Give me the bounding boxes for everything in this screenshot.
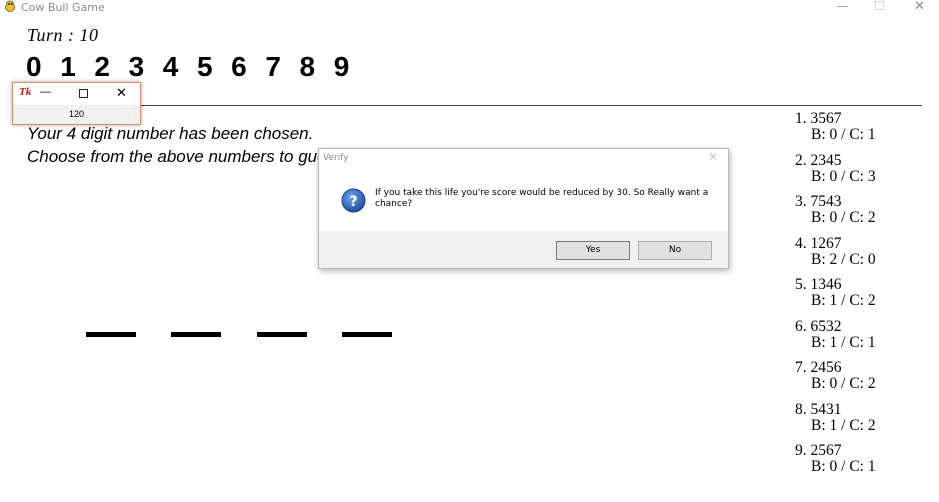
guess-slot	[342, 332, 392, 337]
window-title: Cow Bull Game	[21, 1, 105, 14]
digit-8[interactable]: 8	[300, 51, 334, 83]
history-guess: 5. 1346	[795, 276, 842, 293]
yes-button[interactable]: Yes	[556, 241, 630, 260]
tk-logo-icon: Tk	[19, 86, 32, 98]
history-item: 8. 5431 B: 1 / C: 2	[795, 401, 876, 443]
tk-minimize-button[interactable]: —	[40, 86, 51, 98]
history-guess: 8. 5431	[795, 400, 842, 418]
digit-5[interactable]: 5	[197, 51, 231, 83]
history-guess: 7. 2456	[795, 359, 842, 376]
digit-3[interactable]: 3	[129, 51, 163, 83]
dialog-message: If you take this life you're score would…	[375, 188, 709, 209]
svg-text:?: ?	[349, 194, 357, 210]
digit-2[interactable]: 2	[94, 51, 128, 83]
history-result: B: 1 / C: 2	[811, 416, 876, 434]
history-guess: 9. 2567	[795, 442, 842, 459]
tk-window[interactable]: Tk — ✕ 120	[12, 82, 141, 125]
minimize-button[interactable]: —	[836, 0, 848, 13]
history-result: B: 0 / C: 3	[811, 167, 876, 185]
dialog-body: ? If you take this life you're score wou…	[319, 168, 728, 231]
history-item: 6. 6532 B: 1 / C: 1	[795, 318, 876, 360]
digit-6[interactable]: 6	[231, 51, 265, 83]
history-item: 9. 2567 B: 0 / C: 1	[795, 442, 876, 484]
history-guess: 4. 1267	[795, 234, 842, 252]
chosen-message: Your 4 digit number has been chosen.	[27, 124, 314, 143]
digit-palette: 0123456789	[26, 51, 368, 83]
digit-1[interactable]: 1	[60, 51, 94, 83]
instruction-message: Choose from the above numbers to guess i…	[27, 147, 318, 166]
title-bar: Cow Bull Game — ✕	[0, 0, 939, 14]
history-guess: 6. 6532	[795, 317, 842, 335]
digit-0[interactable]: 0	[26, 51, 60, 83]
question-icon: ?	[341, 188, 366, 213]
history-result: B: 0 / C: 1	[811, 458, 876, 475]
history-guess: 2. 2345	[795, 151, 842, 169]
history-item: 7. 2456 B: 0 / C: 2	[795, 359, 876, 401]
history-result: B: 1 / C: 1	[811, 333, 876, 351]
maximize-button[interactable]	[875, 1, 884, 10]
history-guess: 3. 7543	[795, 193, 842, 210]
verify-dialog: Verify ✕ ? If you take this life you're …	[318, 148, 729, 269]
history-result: B: 2 / C: 0	[811, 250, 876, 268]
history-result: B: 1 / C: 2	[811, 292, 876, 309]
history-result: B: 0 / C: 2	[811, 209, 876, 226]
dialog-title-bar: Verify ✕	[319, 149, 728, 168]
history-result: B: 0 / C: 1	[811, 126, 876, 143]
history-result: B: 0 / C: 2	[811, 375, 876, 392]
dialog-close-button[interactable]: ✕	[708, 150, 718, 164]
snake-app-icon	[5, 0, 15, 12]
guess-slot	[257, 332, 307, 337]
history-item: 5. 1346 B: 1 / C: 2	[795, 276, 876, 318]
no-button[interactable]: No	[638, 241, 712, 260]
tk-close-button[interactable]: ✕	[116, 85, 127, 101]
dialog-title: Verify	[323, 153, 349, 163]
history-item: 3. 7543 B: 0 / C: 2	[795, 193, 876, 235]
digit-4[interactable]: 4	[163, 51, 197, 83]
history-item: 2. 2345 B: 0 / C: 3	[795, 152, 876, 194]
tk-value-label: 120	[68, 109, 85, 119]
turn-counter: Turn : 10	[27, 25, 99, 45]
digit-7[interactable]: 7	[265, 51, 299, 83]
close-button[interactable]: ✕	[914, 0, 925, 14]
tk-maximize-button[interactable]	[79, 89, 88, 98]
guess-slot	[171, 332, 221, 337]
history-guess: 1. 3567	[795, 110, 842, 127]
divider-line	[140, 105, 922, 106]
digit-9[interactable]: 9	[334, 51, 368, 83]
tk-title-bar[interactable]: Tk — ✕	[13, 83, 140, 105]
guess-history: 1. 3567 B: 0 / C: 1 2. 2345 B: 0 / C: 3 3. 7…	[795, 110, 876, 484]
history-item: 1. 3567 B: 0 / C: 1	[795, 110, 876, 152]
history-item: 4. 1267 B: 2 / C: 0	[795, 235, 876, 277]
guess-slot	[86, 332, 136, 337]
